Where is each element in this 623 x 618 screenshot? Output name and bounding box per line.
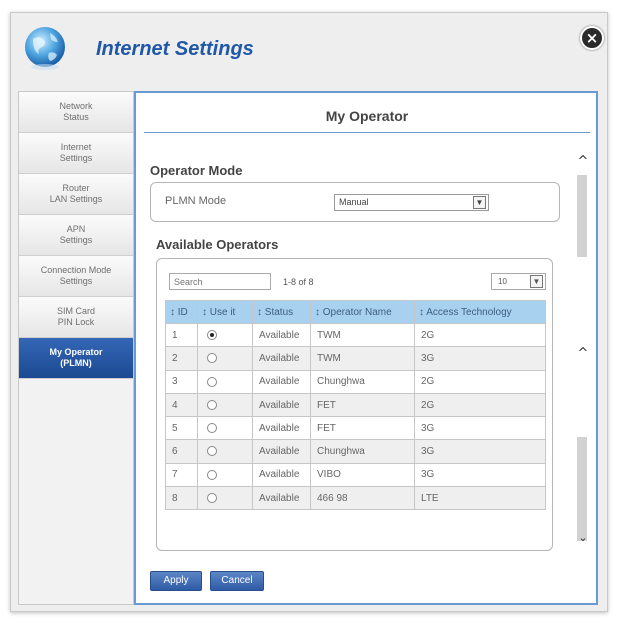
available-operators-group: 1-8 of 8 10 ▼ ↕ ID ↕ Use it ↕ Status ↕ O… — [156, 258, 553, 551]
main-panel: My Operator Operator Mode PLMN Mode Manu… — [134, 91, 598, 605]
cell-id: 6 — [165, 439, 198, 464]
cell-id: 3 — [165, 369, 198, 394]
cell-use-it — [197, 346, 253, 371]
globe-icon — [25, 27, 65, 70]
cell-access-technology: 2G — [414, 369, 546, 394]
cell-access-technology: 3G — [414, 416, 546, 441]
operator-radio[interactable] — [207, 399, 217, 410]
operator-mode-group: PLMN Mode Manual ▼ — [150, 182, 560, 222]
page-title: My Operator — [144, 105, 590, 133]
operators-table: ↕ ID ↕ Use it ↕ Status ↕ Operator Name ↕… — [165, 300, 546, 511]
cell-access-technology: 3G — [414, 346, 546, 371]
cell-access-technology: 3G — [414, 462, 546, 488]
cell-status: Available — [252, 322, 311, 348]
sidebar-item-apn-settings[interactable]: APN Settings — [19, 215, 133, 256]
cell-id: 1 — [165, 322, 198, 348]
cell-operator-name: TWM — [310, 322, 415, 348]
chevron-down-icon: ▼ — [473, 196, 486, 209]
table-row[interactable]: 5 Available FET 3G — [165, 416, 546, 441]
cell-id: 8 — [165, 486, 198, 511]
record-count: 1-8 of 8 — [283, 277, 314, 287]
search-input[interactable] — [169, 273, 271, 290]
sidebar-item-my-operator[interactable]: My Operator (PLMN) — [19, 338, 133, 379]
cell-status: Available — [252, 416, 311, 441]
cell-operator-name: VIBO — [310, 462, 415, 488]
operator-radio[interactable] — [207, 376, 217, 387]
sidebar-item-network-status[interactable]: Network Status — [19, 92, 133, 133]
chevron-up-icon[interactable]: ^ — [574, 155, 592, 169]
column-header-use-it[interactable]: ↕ Use it — [197, 300, 253, 324]
table-row[interactable]: 4 Available FET 2G — [165, 392, 546, 418]
sidebar-item-router-lan-settings[interactable]: Router LAN Settings — [19, 174, 133, 215]
close-icon[interactable]: × — [580, 26, 604, 50]
table-row[interactable]: 3 Available Chunghwa 2G — [165, 369, 546, 394]
operator-radio[interactable] — [207, 469, 217, 480]
sidebar-item-internet-settings[interactable]: Internet Settings — [19, 133, 133, 174]
chevron-down-icon[interactable]: ⌄ — [574, 531, 592, 545]
operator-radio[interactable] — [207, 330, 217, 340]
cell-status: Available — [252, 439, 311, 464]
sidebar-item-sim-card-pin-lock[interactable]: SIM Card PIN Lock — [19, 297, 133, 338]
cell-use-it — [197, 369, 253, 394]
scrollbar-track[interactable] — [577, 175, 587, 257]
cell-use-it — [197, 462, 253, 488]
cell-id: 2 — [165, 346, 198, 371]
cell-use-it — [197, 439, 253, 464]
cell-operator-name: FET — [310, 416, 415, 441]
page-size-select[interactable]: 10 ▼ — [491, 273, 546, 290]
cell-use-it — [197, 392, 253, 418]
table-header-row: ↕ ID ↕ Use it ↕ Status ↕ Operator Name ↕… — [165, 300, 546, 324]
operator-radio[interactable] — [207, 493, 217, 504]
sidebar-item-connection-mode-settings[interactable]: Connection Mode Settings — [19, 256, 133, 297]
plmn-mode-label: PLMN Mode — [165, 195, 227, 207]
plmn-mode-select[interactable]: Manual ▼ — [334, 194, 489, 211]
column-header-status[interactable]: ↕ Status — [252, 300, 311, 324]
cell-operator-name: Chunghwa — [310, 369, 415, 394]
chevron-down-icon: ▼ — [530, 275, 543, 288]
plmn-mode-value: Manual — [339, 197, 369, 207]
cell-status: Available — [252, 392, 311, 418]
cell-use-it — [197, 416, 253, 441]
cell-operator-name: FET — [310, 392, 415, 418]
cell-access-technology: LTE — [414, 486, 546, 511]
cell-operator-name: 466 98 — [310, 486, 415, 511]
table-row[interactable]: 2 Available TWM 3G — [165, 346, 546, 371]
sidebar-nav: Network Status Internet Settings Router … — [18, 91, 134, 605]
cell-status: Available — [252, 369, 311, 394]
operator-radio[interactable] — [207, 446, 217, 457]
operator-radio[interactable] — [207, 423, 217, 434]
table-row[interactable]: 6 Available Chunghwa 3G — [165, 439, 546, 464]
apply-button[interactable]: Apply — [150, 571, 202, 591]
cell-access-technology: 2G — [414, 392, 546, 418]
cell-use-it — [197, 486, 253, 511]
cell-status: Available — [252, 462, 311, 488]
panel-scrollbar[interactable]: ^ ^ ⌄ — [574, 151, 592, 556]
table-row[interactable]: 1 Available TWM 2G — [165, 322, 546, 348]
cell-use-it — [197, 322, 253, 348]
cell-operator-name: TWM — [310, 346, 415, 371]
column-header-access-technology[interactable]: ↕ Access Technology — [414, 300, 546, 324]
operator-mode-heading: Operator Mode — [150, 163, 243, 178]
column-header-id[interactable]: ↕ ID — [165, 300, 198, 324]
cell-id: 7 — [165, 462, 198, 488]
cell-id: 4 — [165, 392, 198, 418]
page-size-value: 10 — [498, 277, 507, 286]
scrollbar-thumb[interactable] — [577, 437, 587, 541]
cell-status: Available — [252, 346, 311, 371]
cell-access-technology: 2G — [414, 322, 546, 348]
chevron-up-icon[interactable]: ^ — [574, 347, 592, 361]
operator-radio[interactable] — [207, 353, 217, 364]
cell-access-technology: 3G — [414, 439, 546, 464]
cancel-button[interactable]: Cancel — [210, 571, 264, 591]
available-operators-heading: Available Operators — [156, 237, 279, 252]
app-title: Internet Settings — [96, 38, 254, 60]
table-row[interactable]: 8 Available 466 98 LTE — [165, 486, 546, 511]
cell-operator-name: Chunghwa — [310, 439, 415, 464]
column-header-operator-name[interactable]: ↕ Operator Name — [310, 300, 415, 324]
cell-id: 5 — [165, 416, 198, 441]
cell-status: Available — [252, 486, 311, 511]
table-row[interactable]: 7 Available VIBO 3G — [165, 462, 546, 488]
